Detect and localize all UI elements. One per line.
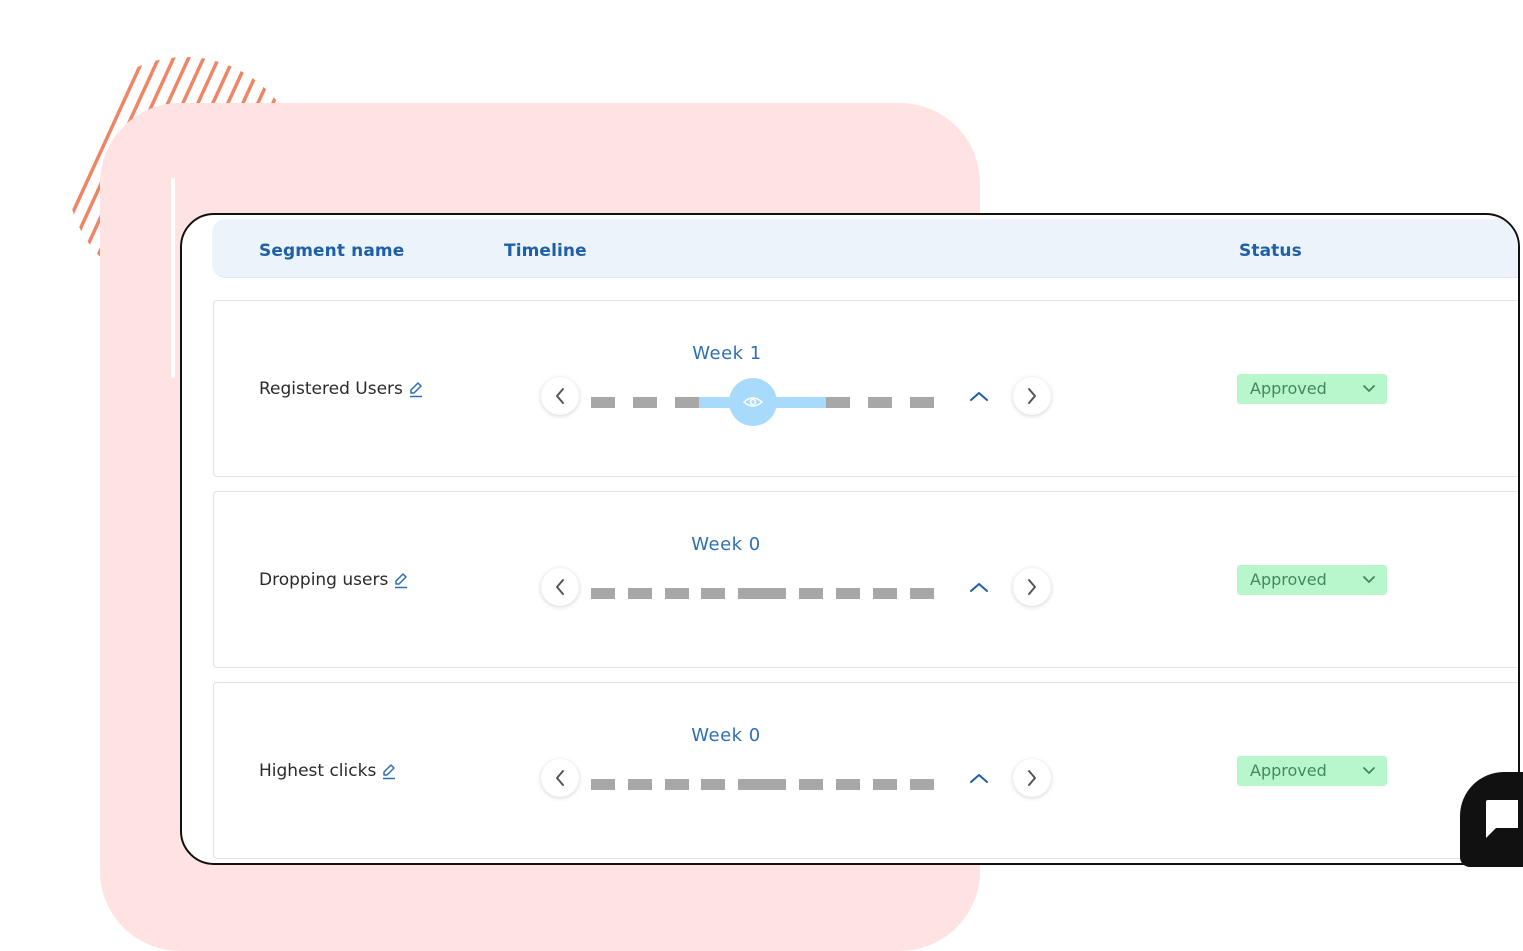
timeline-segment — [910, 588, 934, 599]
timeline-segment — [910, 779, 934, 790]
segment-name-label: Highest clicks — [259, 761, 377, 781]
timeline-segment — [675, 397, 699, 408]
timeline-segment — [836, 588, 860, 599]
chevron-right-icon — [1028, 388, 1036, 404]
pencil-icon[interactable] — [408, 380, 424, 398]
timeline-segment — [591, 588, 615, 599]
chat-bubble-icon — [1486, 800, 1518, 838]
status-label: Approved — [1250, 379, 1327, 398]
timeline-segment — [873, 779, 897, 790]
prev-button[interactable] — [541, 568, 579, 606]
chevron-left-icon — [556, 579, 564, 595]
eye-icon — [743, 397, 763, 407]
next-button[interactable] — [1013, 377, 1051, 415]
week-label: Week 0 — [691, 725, 761, 746]
segment-name-cell: Highest clicks — [259, 761, 397, 781]
chevron-up-icon — [970, 392, 988, 401]
pencil-icon[interactable] — [381, 762, 397, 780]
next-button[interactable] — [1013, 568, 1051, 606]
timeline-handle[interactable] — [729, 378, 777, 426]
segment-name-cell: Dropping users — [259, 570, 409, 590]
timeline-segment — [665, 779, 689, 790]
status-dropdown[interactable]: Approved — [1237, 565, 1387, 595]
timeline-segment — [910, 397, 934, 408]
week-label: Week 0 — [691, 534, 761, 555]
timeline-segment — [628, 588, 652, 599]
timeline-segment — [826, 397, 850, 408]
chevron-right-icon — [1028, 579, 1036, 595]
chevron-up-icon — [970, 583, 988, 592]
table-row: Highest clicks Week 0 Approved — [213, 682, 1518, 859]
expand-button[interactable] — [967, 387, 991, 405]
timeline-segment — [873, 588, 897, 599]
status-dropdown[interactable]: Approved — [1237, 756, 1387, 786]
segment-name-label: Registered Users — [259, 379, 403, 399]
status-label: Approved — [1250, 570, 1327, 589]
timeline-segment — [665, 588, 689, 599]
table-header: Segment name Timeline Status — [212, 219, 1518, 278]
chevron-down-icon — [1363, 576, 1375, 583]
expand-button[interactable] — [967, 769, 991, 787]
next-button[interactable] — [1013, 759, 1051, 797]
header-status: Status — [1239, 241, 1302, 261]
segment-name-label: Dropping users — [259, 570, 389, 590]
chevron-left-icon — [556, 388, 564, 404]
expand-button[interactable] — [967, 578, 991, 596]
week-label: Week 1 — [692, 343, 762, 364]
timeline-segment — [799, 779, 823, 790]
chevron-up-icon — [970, 774, 988, 783]
chevron-right-icon — [1028, 770, 1036, 786]
header-segment-name: Segment name — [259, 241, 405, 261]
timeline-segment — [799, 588, 823, 599]
chevron-down-icon — [1363, 767, 1375, 774]
timeline-segment — [836, 779, 860, 790]
chevron-left-icon — [556, 770, 564, 786]
prev-button[interactable] — [541, 759, 579, 797]
segment-name-cell: Registered Users — [259, 379, 424, 399]
table-row: Dropping users Week 0 Approved — [213, 491, 1518, 668]
timeline-segment — [701, 779, 725, 790]
table-row: Registered Users Week 1 Approved — [213, 300, 1518, 477]
segments-panel: Segment name Timeline Status Registered … — [180, 213, 1520, 865]
timeline-segment — [701, 588, 725, 599]
timeline-segment — [628, 779, 652, 790]
prev-button[interactable] — [541, 377, 579, 415]
timeline-segment — [738, 779, 786, 790]
status-dropdown[interactable]: Approved — [1237, 374, 1387, 404]
timeline-segment — [633, 397, 657, 408]
decor-stroke — [171, 178, 175, 378]
pencil-icon[interactable] — [393, 571, 409, 589]
timeline-segment — [868, 397, 892, 408]
timeline-segment — [591, 397, 615, 408]
timeline-segment — [591, 779, 615, 790]
header-timeline: Timeline — [504, 241, 587, 261]
status-label: Approved — [1250, 761, 1327, 780]
chevron-down-icon — [1363, 385, 1375, 392]
timeline-segment — [738, 588, 786, 599]
